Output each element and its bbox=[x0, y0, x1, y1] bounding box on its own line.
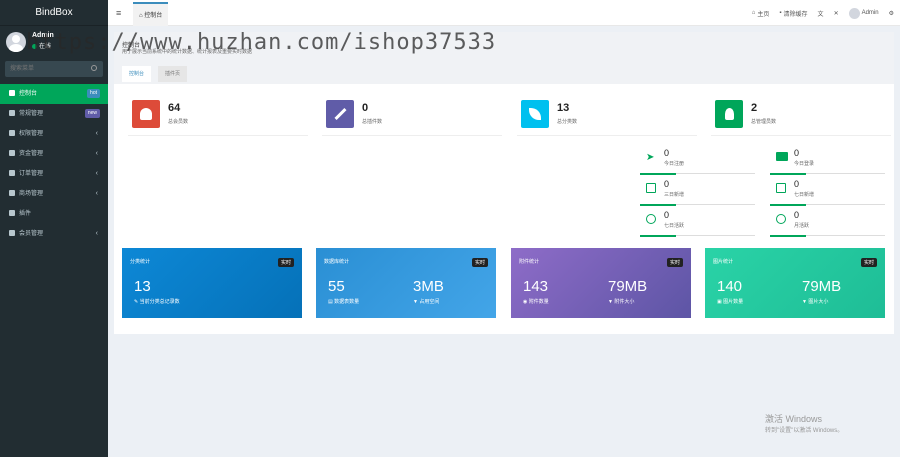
sidebar-item-mall[interactable]: 商场管理 ‹ bbox=[0, 184, 108, 204]
group-icon bbox=[9, 130, 15, 137]
home-link[interactable]: ⌂ 主页 bbox=[752, 9, 770, 18]
clear-cache-button[interactable]: ▪ 清除缓存 bbox=[779, 9, 807, 18]
dashboard-icon bbox=[9, 90, 15, 97]
search-icon[interactable] bbox=[91, 65, 97, 71]
sidebar-item-general[interactable]: 常规管理 new bbox=[0, 104, 108, 124]
stat-plugins: 0 总插件数 bbox=[322, 98, 502, 136]
database-stats-card: 数据库统计 实时 55 3MB ▤ 数据表数量 ▼ 占用空间 bbox=[316, 248, 496, 318]
trash-icon: ▪ bbox=[779, 10, 782, 16]
tab-dashboard[interactable]: ⌂ 控制台 bbox=[133, 2, 169, 26]
home-icon: ⌂ bbox=[751, 10, 756, 16]
stat-members: 64 总会员数 bbox=[128, 98, 308, 136]
user-circle-icon bbox=[776, 214, 786, 224]
translate-icon[interactable]: 文 bbox=[818, 9, 824, 18]
tab-dashboard-content[interactable]: 控制台 bbox=[122, 66, 152, 82]
realtime-badge: 实时 bbox=[860, 258, 877, 267]
calendar-icon bbox=[646, 183, 656, 193]
stat-categories: 13 总分类数 bbox=[517, 98, 697, 136]
realtime-badge: 实时 bbox=[277, 258, 294, 267]
seven-day-active: 0 七日活跃 bbox=[640, 208, 755, 237]
image-stats-card: 图片统计 实时 140 79MB ▣ 图片数量 ▼ 图片大小 bbox=[705, 248, 885, 318]
windows-activation-hint: 转到"设置"以激活 Windows。 bbox=[765, 428, 844, 434]
three-day-new: 0 三日新增 bbox=[640, 177, 755, 206]
main-content: 控制台 用于展示当前系统中的统计数据、统计报表及重要实时数据 控制台 插件页 6… bbox=[114, 32, 894, 334]
chevron-left-icon: ‹ bbox=[95, 150, 98, 157]
monthly-active: 0 月活跃 bbox=[770, 208, 885, 237]
stat-admins: 2 总管理员数 bbox=[711, 98, 891, 136]
realtime-badge: 实时 bbox=[666, 258, 683, 267]
avatar bbox=[848, 7, 860, 19]
circle-icon bbox=[9, 190, 15, 197]
menu-toggle-icon[interactable]: ≡ bbox=[116, 8, 121, 18]
avatar bbox=[6, 32, 26, 52]
sidebar-item-auth[interactable]: 权限管理 ‹ bbox=[0, 124, 108, 144]
category-stats-card: 分类统计 实时 13 ✎ 当前分类总记录数 bbox=[122, 248, 302, 318]
rocket-icon: ➤ bbox=[646, 152, 655, 163]
calendar-plus-icon bbox=[776, 183, 786, 193]
brand-logo[interactable]: BindBox bbox=[0, 0, 108, 26]
cogs-icon bbox=[9, 110, 15, 117]
sidebar: BindBox Admin 在线 控制台hot 常规管理new 权限管理‹ 资金… bbox=[0, 0, 108, 457]
sidebar-item-orders[interactable]: 订单管理 ‹ bbox=[0, 164, 108, 184]
watermark-url: https://www.huzhan.com/ishop37533 bbox=[26, 30, 497, 55]
today-login: 0 今日登录 bbox=[770, 146, 885, 175]
gear-icon bbox=[9, 150, 15, 157]
chevron-left-icon: ‹ bbox=[95, 170, 98, 177]
settings-icon[interactable]: ⚙ bbox=[889, 10, 894, 17]
sidebar-item-funds[interactable]: 资金管理 ‹ bbox=[0, 144, 108, 164]
circle-icon bbox=[9, 170, 15, 177]
chevron-left-icon: ‹ bbox=[95, 130, 98, 137]
sidebar-search bbox=[5, 61, 103, 77]
sidebar-item-members[interactable]: 会员管理 ‹ bbox=[0, 224, 108, 244]
windows-activation-title: 激活 Windows bbox=[765, 414, 823, 424]
sidebar-item-dashboard[interactable]: 控制台 hot bbox=[0, 84, 108, 104]
realtime-badge: 实时 bbox=[471, 258, 488, 267]
sidebar-menu: 控制台 hot 常规管理 new 权限管理 ‹ 资金管理 ‹ 订单管理 ‹ 商场管理 ‹ 插… bbox=[0, 84, 108, 244]
list-icon bbox=[9, 230, 15, 237]
users-icon bbox=[132, 100, 160, 128]
user-menu[interactable]: Admin bbox=[848, 7, 879, 19]
chevron-left-icon: ‹ bbox=[95, 190, 98, 197]
attachment-stats-card: 附件统计 实时 143 79MB ◉ 附件数量 ▼ 附件大小 bbox=[511, 248, 691, 318]
hot-badge: hot bbox=[87, 89, 100, 98]
topbar-actions: ⌂ 主页 ▪ 清除缓存 文 ✕ Admin ⚙ bbox=[752, 0, 894, 26]
seven-day-new: 0 七日新增 bbox=[770, 177, 885, 206]
magic-wand-icon bbox=[326, 100, 354, 128]
leaf-icon bbox=[521, 100, 549, 128]
fullscreen-icon[interactable]: ✕ bbox=[834, 10, 839, 17]
id-card-icon bbox=[776, 152, 788, 161]
rocket-icon bbox=[9, 210, 15, 217]
top-navbar: ≡ ⌂ 控制台 ⌂ 主页 ▪ 清除缓存 文 ✕ Admin ⚙ bbox=[108, 0, 900, 26]
today-register: ➤ 0 今日注册 bbox=[640, 146, 755, 175]
chevron-left-icon: ‹ bbox=[95, 230, 98, 237]
new-badge: new bbox=[84, 109, 100, 118]
search-input[interactable] bbox=[5, 61, 85, 77]
tab-plugins-content[interactable]: 插件页 bbox=[158, 66, 188, 82]
user-circle-icon bbox=[646, 214, 656, 224]
sidebar-item-plugins[interactable]: 插件 bbox=[0, 204, 108, 224]
user-icon bbox=[715, 100, 743, 128]
